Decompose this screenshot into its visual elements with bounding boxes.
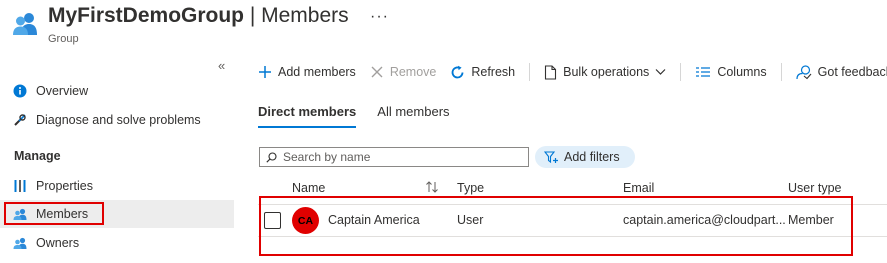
chevron-down-icon xyxy=(655,68,666,76)
sidebar: « Overview Diagnose and solve problems M… xyxy=(0,52,234,263)
member-tabs: Direct members All members xyxy=(258,104,471,128)
bulk-operations-label: Bulk operations xyxy=(563,65,650,79)
more-options-button[interactable]: ··· xyxy=(370,8,389,26)
remove-button[interactable]: Remove xyxy=(370,65,437,79)
sidebar-item-label: Overview xyxy=(36,84,89,98)
properties-icon xyxy=(12,178,28,194)
refresh-icon xyxy=(450,65,465,80)
sidebar-item-label: Owners xyxy=(36,236,80,250)
page-title-group: MyFirstDemoGroup xyxy=(48,4,245,27)
filter-add-icon xyxy=(544,150,559,164)
collapse-sidebar-button[interactable]: « xyxy=(218,58,225,73)
members-highlight-box xyxy=(4,202,104,225)
page-title: MyFirstDemoGroup | Members xyxy=(48,4,349,28)
sidebar-item-properties[interactable]: Properties xyxy=(0,172,234,200)
column-header-type[interactable]: Type xyxy=(457,181,484,195)
document-icon xyxy=(544,64,557,80)
feedback-icon xyxy=(796,64,812,80)
sort-icon[interactable] xyxy=(425,181,439,196)
remove-label: Remove xyxy=(389,65,437,79)
member-row-highlight-box xyxy=(259,196,853,256)
sidebar-item-label: Diagnose and solve problems xyxy=(36,113,201,127)
sidebar-item-overview[interactable]: Overview xyxy=(0,77,234,105)
tab-direct-members[interactable]: Direct members xyxy=(258,104,357,128)
add-filters-button[interactable]: Add filters xyxy=(535,146,635,168)
refresh-label: Refresh xyxy=(471,65,516,79)
close-icon xyxy=(370,65,384,79)
search-box xyxy=(259,147,529,167)
column-header-user-type[interactable]: User type xyxy=(788,181,842,195)
feedback-button[interactable]: Got feedback? xyxy=(796,64,887,80)
owners-icon xyxy=(12,235,28,251)
feedback-label: Got feedback? xyxy=(817,65,887,79)
page-subtitle: Group xyxy=(48,33,79,45)
add-members-label: Add members xyxy=(278,65,356,79)
sidebar-section-manage: Manage xyxy=(14,149,61,163)
bulk-operations-button[interactable]: Bulk operations xyxy=(544,64,666,80)
toolbar-divider xyxy=(780,63,782,81)
plus-icon xyxy=(258,65,272,79)
group-icon xyxy=(12,10,38,36)
toolbar-divider xyxy=(529,63,531,81)
toolbar-divider xyxy=(680,63,682,81)
add-filters-label: Add filters xyxy=(564,150,620,164)
add-members-button[interactable]: Add members xyxy=(258,65,356,79)
sidebar-item-label: Properties xyxy=(36,179,93,193)
columns-icon xyxy=(695,66,711,78)
info-icon xyxy=(12,83,28,99)
column-header-name[interactable]: Name xyxy=(292,181,325,195)
sidebar-item-owners[interactable]: Owners xyxy=(0,229,234,257)
search-input[interactable] xyxy=(283,150,513,164)
sidebar-item-diagnose[interactable]: Diagnose and solve problems xyxy=(0,106,234,134)
tab-all-members[interactable]: All members xyxy=(377,104,449,128)
page-header: MyFirstDemoGroup | Members ··· Group xyxy=(0,0,887,52)
command-bar: Add members Remove Refresh Bulk operatio… xyxy=(258,60,887,84)
columns-button[interactable]: Columns xyxy=(695,65,767,79)
search-icon xyxy=(266,151,277,163)
wrench-icon xyxy=(12,112,28,128)
page-title-section: | Members xyxy=(244,4,349,27)
column-header-email[interactable]: Email xyxy=(623,181,654,195)
columns-label: Columns xyxy=(717,65,767,79)
refresh-button[interactable]: Refresh xyxy=(450,65,515,80)
